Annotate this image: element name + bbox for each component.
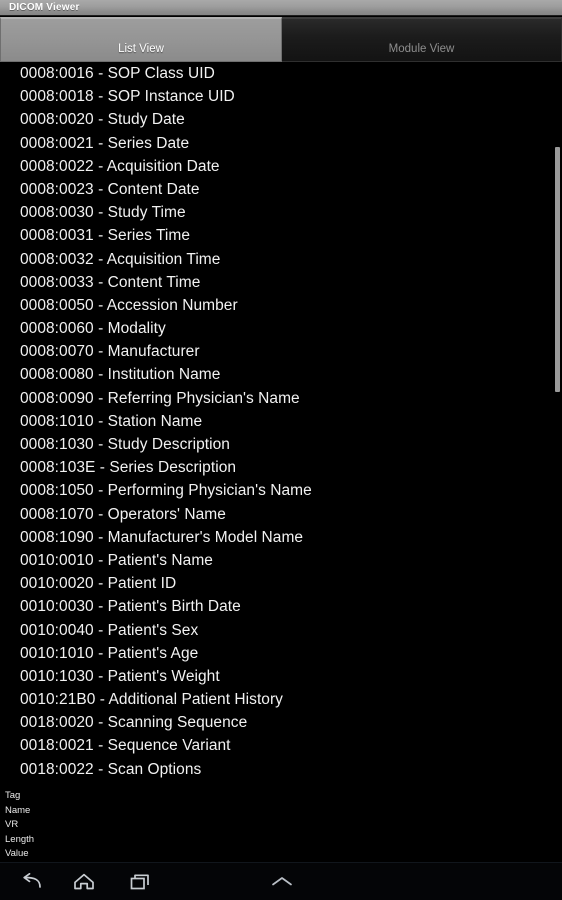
list-item[interactable]: 0008:0080 - Institution Name: [0, 363, 562, 386]
list-scrollbar-thumb[interactable]: [555, 147, 560, 392]
tag-detail-panel: Tag Name VR Length Value: [0, 789, 562, 862]
list-item[interactable]: 0008:1030 - Study Description: [0, 433, 562, 456]
dicom-viewer-app: DICOM Viewer List View Module View 0008:…: [0, 0, 562, 900]
list-item[interactable]: 0010:21B0 - Additional Patient History: [0, 688, 562, 711]
detail-field-label: Name: [5, 804, 31, 816]
detail-field-label: Value: [5, 848, 29, 860]
window-titlebar: DICOM Viewer: [0, 0, 562, 16]
dicom-tag-list[interactable]: 0008:0016 - SOP Class UID 0008:0018 - SOP…: [0, 62, 562, 788]
list-item[interactable]: 0008:0031 - Series Time: [0, 224, 562, 247]
list-item[interactable]: 0018:0021 - Sequence Variant: [0, 734, 562, 757]
nav-recents-button[interactable]: [109, 863, 171, 900]
list-item[interactable]: 0008:0050 - Accession Number: [0, 294, 562, 317]
list-item[interactable]: 0010:1030 - Patient's Weight: [0, 665, 562, 688]
tab-list-view-label: List View: [118, 43, 164, 55]
nav-home-icon: [73, 873, 95, 891]
list-item[interactable]: 0008:1050 - Performing Physician's Name: [0, 479, 562, 502]
list-item[interactable]: 0008:0020 - Study Date: [0, 108, 562, 131]
list-item[interactable]: 0008:0032 - Acquisition Time: [0, 248, 562, 271]
list-item[interactable]: 0008:1070 - Operators' Name: [0, 503, 562, 526]
nav-expand-up-icon: [269, 875, 295, 889]
list-item[interactable]: 0008:1010 - Station Name: [0, 410, 562, 433]
tab-module-view-label: Module View: [388, 43, 455, 55]
list-item[interactable]: 0008:1090 - Manufacturer's Model Name: [0, 526, 562, 549]
nav-expand-up-button[interactable]: [251, 863, 313, 900]
list-item[interactable]: 0008:103E - Series Description: [0, 456, 562, 479]
tab-bar: List View Module View: [0, 17, 562, 62]
nav-recents-icon: [129, 873, 151, 891]
tab-module-view[interactable]: Module View: [282, 17, 562, 62]
list-scrollbar-track[interactable]: [554, 62, 562, 788]
list-item[interactable]: 0008:0022 - Acquisition Date: [0, 155, 562, 178]
nav-back-icon: [20, 872, 42, 891]
list-item[interactable]: 0008:0018 - SOP Instance UID: [0, 85, 562, 108]
android-navigation-bar: [0, 862, 562, 900]
list-item[interactable]: 0018:0020 - Scanning Sequence: [0, 711, 562, 734]
detail-field-label: Tag: [5, 790, 21, 801]
list-item[interactable]: 0008:0060 - Modality: [0, 317, 562, 340]
list-item[interactable]: 0008:0090 - Referring Physician's Name: [0, 387, 562, 410]
nav-home-button[interactable]: [53, 863, 115, 900]
list-item[interactable]: 0008:0023 - Content Date: [0, 178, 562, 201]
list-item[interactable]: 0010:1010 - Patient's Age: [0, 642, 562, 665]
list-item[interactable]: 0010:0010 - Patient's Name: [0, 549, 562, 572]
detail-field-label: Length: [5, 833, 35, 845]
list-item[interactable]: 0010:0030 - Patient's Birth Date: [0, 595, 562, 618]
list-item[interactable]: 0008:0021 - Series Date: [0, 132, 562, 155]
list-item[interactable]: 0008:0070 - Manufacturer: [0, 340, 562, 363]
list-item[interactable]: 0010:0020 - Patient ID: [0, 572, 562, 595]
list-item[interactable]: 0018:0022 - Scan Options: [0, 758, 562, 781]
list-item[interactable]: 0010:0040 - Patient's Sex: [0, 619, 562, 642]
list-item[interactable]: 0008:0030 - Study Time: [0, 201, 562, 224]
detail-field-label: VR: [5, 819, 19, 831]
window-title: DICOM Viewer: [9, 1, 80, 13]
list-item[interactable]: 0008:0033 - Content Time: [0, 271, 562, 294]
tab-list-view[interactable]: List View: [0, 17, 282, 62]
list-item[interactable]: 0008:0016 - SOP Class UID: [0, 62, 562, 85]
